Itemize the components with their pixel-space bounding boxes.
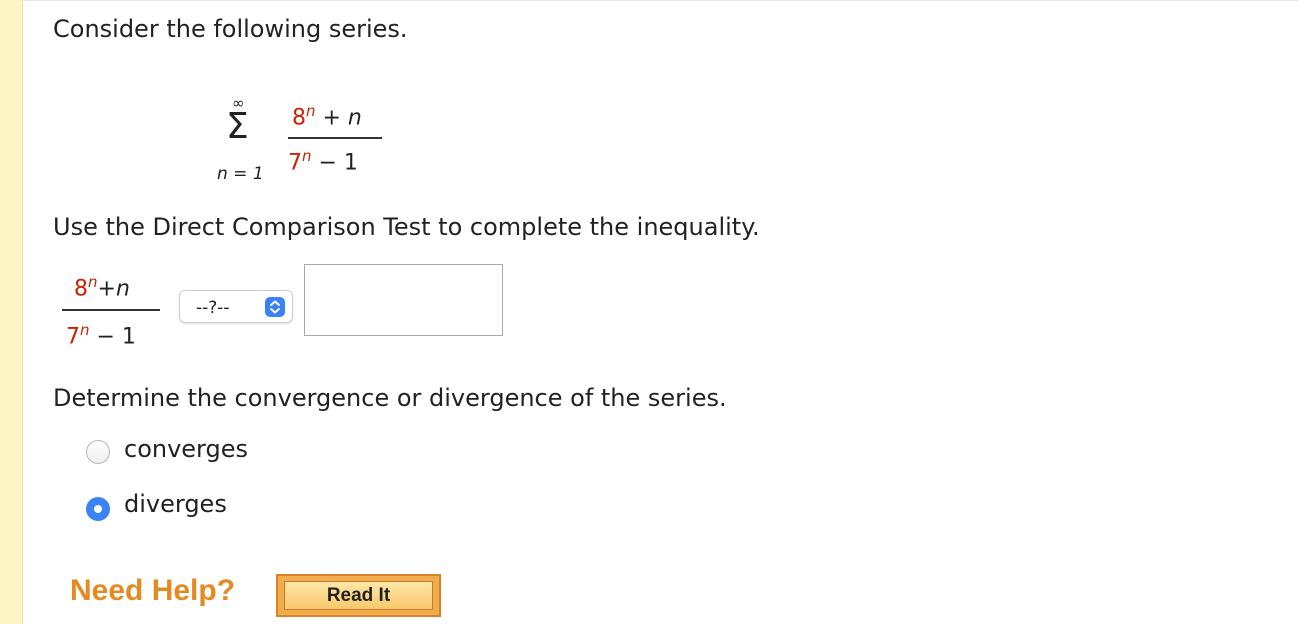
- ineq-num-base: 8: [74, 276, 88, 302]
- inequality-fraction-bar: [62, 309, 160, 311]
- sigma-symbol: Σ: [226, 106, 249, 147]
- ineq-den-exp: n: [80, 321, 90, 339]
- series-den-exp: n: [302, 147, 312, 165]
- radio-selected-dot: [94, 505, 102, 513]
- ineq-den-rest: − 1: [89, 324, 136, 350]
- series-denominator: 7n − 1: [288, 147, 358, 175]
- comparison-select[interactable]: --?--: [179, 290, 293, 323]
- inequality-denominator: 7n − 1: [66, 321, 136, 349]
- intro-text: Consider the following series.: [53, 15, 408, 43]
- lower-limit: n = 1: [217, 164, 264, 184]
- ineq-num-exp: n: [88, 273, 98, 291]
- convergence-question: Determine the convergence or divergence …: [53, 384, 727, 412]
- read-it-button[interactable]: Read It: [276, 574, 441, 617]
- ineq-num-rest: +n: [97, 276, 130, 302]
- need-help-label: Need Help?: [70, 574, 236, 607]
- radio-converges[interactable]: [86, 440, 110, 464]
- read-it-label: Read It: [284, 581, 433, 610]
- left-margin-strip: [0, 0, 23, 624]
- inequality-numerator: 8n+n: [74, 273, 130, 301]
- option-diverges-label[interactable]: diverges: [124, 490, 227, 518]
- select-value: --?--: [196, 298, 230, 318]
- instruction-text: Use the Direct Comparison Test to comple…: [53, 213, 760, 241]
- series-fraction-bar: [288, 137, 382, 139]
- top-border: [22, 0, 1298, 1]
- series-numerator: 8n + n: [292, 102, 362, 130]
- updown-chevron-icon: [265, 297, 285, 317]
- series-num-base: 8: [292, 105, 306, 131]
- series-den-base: 7: [288, 150, 302, 176]
- ineq-den-base: 7: [66, 324, 80, 350]
- option-converges-label[interactable]: converges: [124, 435, 248, 463]
- series-num-exp: n: [306, 102, 316, 120]
- series-den-rest: − 1: [311, 150, 358, 176]
- comparison-answer-input[interactable]: [304, 264, 503, 336]
- radio-diverges[interactable]: [86, 497, 110, 521]
- series-num-rest: + n: [315, 105, 362, 131]
